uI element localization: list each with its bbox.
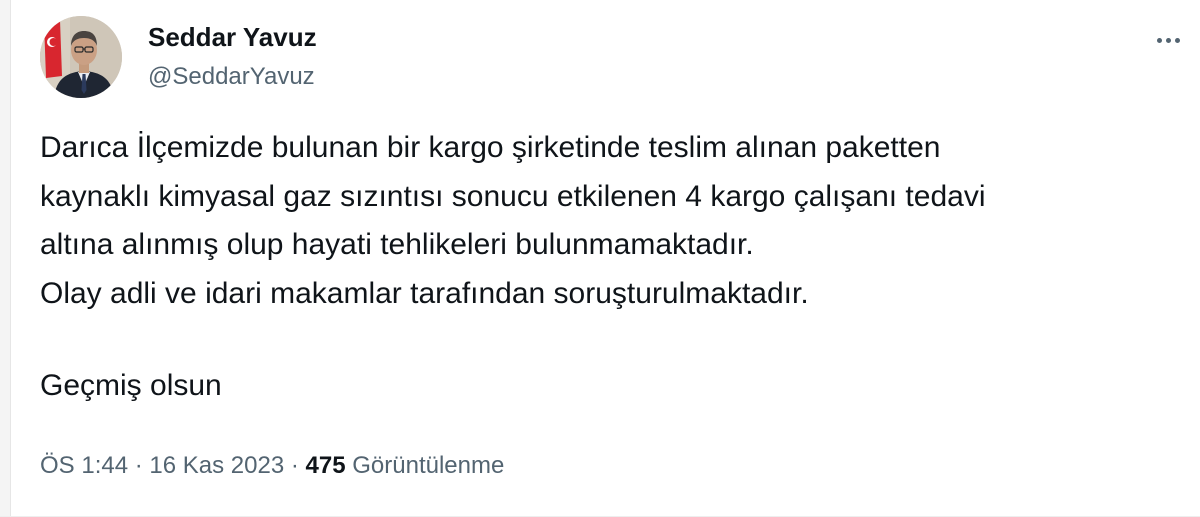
author-display-name[interactable]: Seddar Yavuz xyxy=(148,20,317,54)
avatar[interactable] xyxy=(40,16,122,98)
author-handle[interactable]: @SeddarYavuz xyxy=(148,60,317,94)
tweet-text: Darıca İlçemizde bulunan bir kargo şirke… xyxy=(40,124,1160,411)
tweet-date[interactable]: 16 Kas 2023 xyxy=(149,452,284,479)
views-link[interactable]: 475 Görüntülenme xyxy=(306,452,505,479)
tweet-paragraph-main: Darıca İlçemizde bulunan bir kargo şirke… xyxy=(40,131,986,310)
more-options-button[interactable] xyxy=(1146,18,1190,62)
left-edge xyxy=(0,0,11,517)
more-horizontal-icon xyxy=(1155,37,1182,43)
tweet-paragraph-closing: Geçmiş olsun xyxy=(40,369,222,402)
meta-separator-2: · xyxy=(290,452,299,479)
views-label: Görüntülenme xyxy=(352,452,505,479)
tweet-header: Seddar Yavuz @SeddarYavuz xyxy=(40,16,1200,100)
avatar-photo xyxy=(40,16,122,98)
tweet-meta: ÖS 1:44 · 16 Kas 2023 · 475 Görüntülenme xyxy=(40,446,504,486)
tweet-card: Seddar Yavuz @SeddarYavuz Darıca İlçemiz… xyxy=(0,0,1200,517)
tweet-time[interactable]: ÖS 1:44 xyxy=(40,452,128,479)
views-count: 475 xyxy=(305,452,346,479)
meta-separator: · xyxy=(134,452,143,479)
author-names: Seddar Yavuz @SeddarYavuz xyxy=(148,20,317,94)
